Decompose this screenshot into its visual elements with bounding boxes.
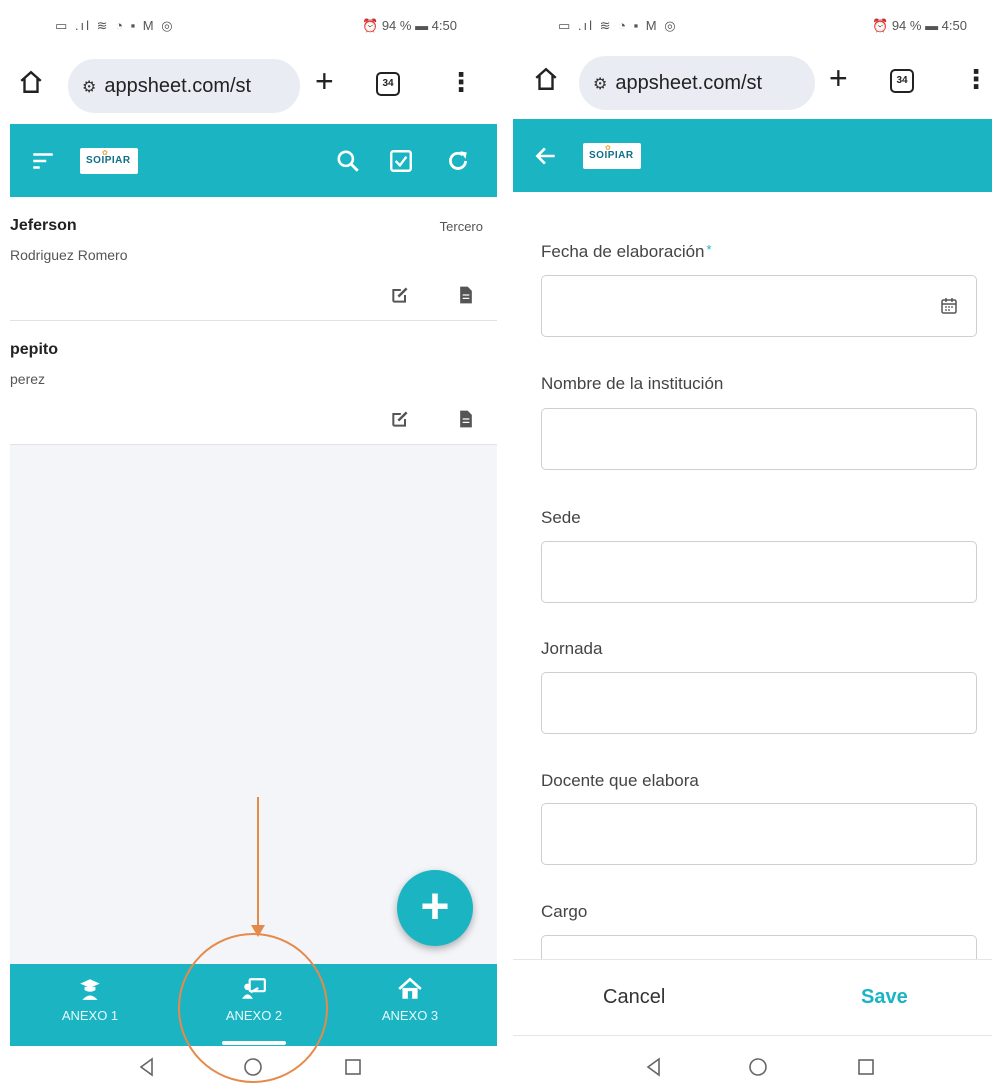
home-circle-icon[interactable] (747, 1056, 769, 1078)
status-icons: ▭ .ıl ≋ ◔ ▪ M ◎ (558, 18, 678, 33)
back-triangle-icon[interactable] (643, 1056, 665, 1078)
add-record-button[interactable]: + (397, 870, 473, 946)
system-navigation-bar (513, 1046, 992, 1086)
more-options-icon[interactable]: ⋮ (448, 69, 474, 95)
left-phone-screen: ▭ .ıl ≋ ◔ ▪ M ◎ ⏰ 94 % ▬ 4:50 ⚙ appsheet.… (0, 0, 497, 1086)
document-icon[interactable] (456, 285, 476, 305)
item-surname: Rodriguez Romero (10, 247, 128, 263)
recents-square-icon[interactable] (342, 1056, 364, 1078)
field-label-cargo: Cargo (541, 902, 588, 921)
browser-toolbar: ⚙ appsheet.com/st + 34 ⋮ (0, 55, 497, 119)
address-bar[interactable]: ⚙ appsheet.com/st (579, 56, 815, 110)
right-phone-screen: ▭ .ıl ≋ ◔ ▪ M ◎ ⏰ 94 % ▬ 4:50 ⚙ appsheet.… (513, 0, 992, 1086)
jornada-input[interactable] (541, 672, 977, 734)
record-list: Jeferson Rodriguez Romero Tercero pepito… (10, 197, 497, 445)
document-icon[interactable] (456, 409, 476, 429)
field-label-sede: Sede (541, 508, 581, 527)
date-input[interactable] (541, 275, 977, 337)
list-item[interactable]: pepito perez (10, 321, 497, 445)
site-settings-icon[interactable]: ⚙ (593, 76, 607, 93)
field-label-docente: Docente que elabora (541, 771, 699, 790)
tab-switcher-button[interactable]: 34 (376, 72, 400, 96)
school-house-icon (398, 977, 422, 999)
item-name: Jeferson (10, 217, 77, 234)
calendar-icon[interactable] (940, 297, 958, 315)
app-logo: ✿ SOIPIAR (583, 143, 641, 169)
logo-text: SOIPIAR (589, 150, 634, 161)
select-checkbox-icon[interactable] (388, 148, 414, 174)
home-icon[interactable] (18, 69, 44, 95)
status-icons: ▭ .ıl ≋ ◔ ▪ M ◎ (55, 18, 175, 33)
browser-toolbar: ⚙ appsheet.com/st + 34 ⋮ (513, 52, 992, 116)
recents-square-icon[interactable] (855, 1056, 877, 1078)
app-header: ✿ SOIPIAR (10, 124, 497, 197)
url-text: appsheet.com/st (104, 75, 252, 97)
field-label-institucion: Nombre de la institución (541, 374, 724, 393)
nav-label: ANEXO 1 (61, 1008, 119, 1023)
status-bar: ▭ .ıl ≋ ◔ ▪ M ◎ ⏰ 94 % ▬ 4:50 (0, 0, 497, 50)
item-grade: Tercero (439, 219, 483, 234)
institution-input[interactable] (541, 408, 977, 470)
required-marker: * (706, 242, 712, 257)
home-circle-icon[interactable] (242, 1056, 264, 1078)
app-header: ✿ SOIPIAR (513, 119, 992, 192)
edit-icon[interactable] (390, 285, 410, 305)
search-icon[interactable] (335, 148, 361, 174)
back-triangle-icon[interactable] (136, 1056, 158, 1078)
docente-input[interactable] (541, 803, 977, 865)
field-label-jornada: Jornada (541, 639, 603, 658)
nav-tab-anexo-3[interactable]: ANEXO 3 (350, 976, 470, 1023)
status-bar: ▭ .ıl ≋ ◔ ▪ M ◎ ⏰ 94 % ▬ 4:50 (513, 0, 992, 50)
status-battery-time: ⏰ 94 % ▬ 4:50 (872, 18, 967, 33)
student-icon (80, 979, 100, 1000)
site-settings-icon[interactable]: ⚙ (82, 79, 96, 96)
app-logo: ✿ SOIPIAR (80, 148, 138, 174)
form-footer: Cancel Save (513, 959, 992, 1036)
menu-sort-icon[interactable] (30, 148, 56, 174)
edit-icon[interactable] (390, 409, 410, 429)
cargo-input[interactable] (541, 935, 977, 959)
more-options-icon[interactable]: ⋮ (963, 66, 989, 92)
cancel-button[interactable]: Cancel (603, 986, 665, 1009)
nav-tab-anexo-1[interactable]: ANEXO 1 (30, 976, 150, 1023)
logo-text: SOIPIAR (86, 155, 131, 166)
system-navigation-bar (0, 1046, 497, 1086)
save-button[interactable]: Save (861, 986, 908, 1009)
new-tab-button[interactable]: + (315, 65, 334, 97)
tab-switcher-button[interactable]: 34 (890, 69, 914, 93)
sync-refresh-icon[interactable] (445, 148, 471, 174)
annotation-arrow-line (257, 797, 259, 927)
label-text: Fecha de elaboración (541, 242, 705, 261)
status-battery-time: ⏰ 94 % ▬ 4:50 (362, 18, 457, 33)
item-name: pepito (10, 341, 58, 358)
address-bar[interactable]: ⚙ appsheet.com/st (68, 59, 300, 113)
url-text: appsheet.com/st (615, 72, 763, 94)
list-item[interactable]: Jeferson Rodriguez Romero Tercero (10, 197, 497, 321)
home-icon[interactable] (533, 66, 559, 92)
item-surname: perez (10, 371, 46, 387)
nav-label: ANEXO 3 (381, 1008, 439, 1023)
new-tab-button[interactable]: + (829, 62, 848, 94)
field-label-fecha: Fecha de elaboración * (541, 242, 712, 262)
back-arrow-icon[interactable] (533, 143, 559, 169)
sede-input[interactable] (541, 541, 977, 603)
